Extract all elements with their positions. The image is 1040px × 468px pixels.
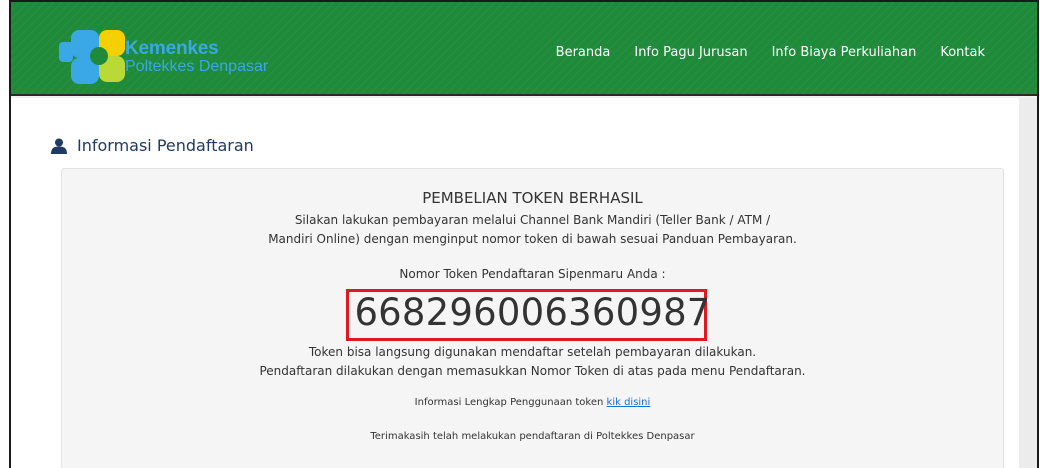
token-usage-notes: Token bisa langsung digunakan mendaftar … [62, 343, 1003, 381]
top-navbar: Kemenkes Poltekkes Denpasar Beranda Info… [11, 2, 1037, 96]
payment-instructions-line1: Silakan lakukan pembayaran melalui Chann… [294, 213, 771, 227]
token-label: Nomor Token Pendaftaran Sipenmaru Anda : [399, 267, 666, 281]
nav-item-info-biaya-perkuliahan[interactable]: Info Biaya Perkuliahan [772, 45, 917, 60]
info-text: Informasi Lengkap Penggunaan token kik d… [62, 397, 1003, 408]
info-label: Informasi Lengkap Penggunaan token [414, 397, 607, 408]
user-icon [51, 138, 67, 154]
success-heading: PEMBELIAN TOKEN BERHASIL [422, 189, 643, 207]
token-usage-line2: Pendaftaran dilakukan dengan memasukkan … [259, 364, 806, 378]
section-title: Informasi Pendaftaran [77, 136, 254, 155]
browser-frame: Kemenkes Poltekkes Denpasar Beranda Info… [9, 0, 1039, 468]
nav-item-kontak[interactable]: Kontak [940, 45, 985, 60]
main-nav: Beranda Info Pagu Jurusan Info Biaya Per… [556, 45, 985, 60]
scrollbar[interactable] [1019, 98, 1037, 468]
nav-item-beranda[interactable]: Beranda [556, 45, 611, 60]
token-usage-line1: Token bisa langsung digunakan mendaftar … [308, 345, 757, 359]
thanks-message: Terimakasih telah melakukan pendaftaran … [370, 431, 695, 442]
payment-instructions: Silakan lakukan pembayaran melalui Chann… [62, 211, 1003, 249]
brand-subtitle: Poltekkes Denpasar [125, 58, 269, 75]
kemenkes-logo-icon[interactable] [59, 24, 131, 86]
info-link[interactable]: kik disini [607, 397, 651, 408]
token-number: 668296006360987 [354, 291, 711, 334]
nav-item-info-pagu-jurusan[interactable]: Info Pagu Jurusan [634, 45, 747, 60]
section-header: Informasi Pendaftaran [51, 136, 254, 155]
brand-title: Kemenkes [125, 38, 219, 59]
payment-instructions-line2: Mandiri Online) dengan menginput nomor t… [268, 232, 797, 246]
token-panel: PEMBELIAN TOKEN BERHASIL Silakan lakukan… [61, 168, 1004, 468]
main-content: Informasi Pendaftaran PEMBELIAN TOKEN BE… [11, 98, 1019, 468]
